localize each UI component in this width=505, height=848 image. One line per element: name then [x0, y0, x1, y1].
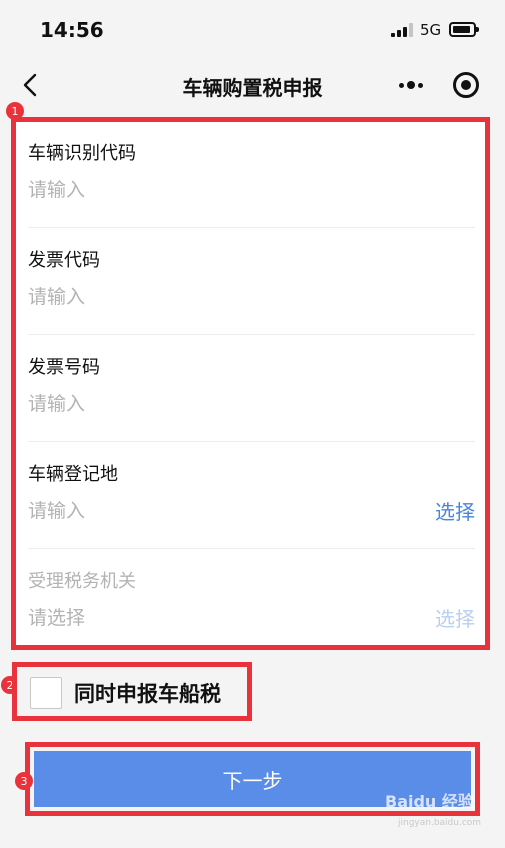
more-icon[interactable]	[393, 69, 437, 101]
vessel-tax-checkbox[interactable]	[30, 677, 62, 709]
watermark-logo: Baidu 经验	[385, 792, 474, 811]
registration-place-select-button[interactable]: 选择	[435, 496, 475, 525]
vessel-tax-option[interactable]: 同时申报车船税	[12, 662, 252, 721]
vessel-tax-label: 同时申报车船税	[74, 682, 221, 706]
status-bar: 14:56 5G	[0, 0, 505, 58]
tax-office-input: 请选择	[28, 607, 86, 629]
registration-place-label: 车辆登记地	[28, 464, 118, 485]
invoice-number-label: 发票号码	[28, 357, 100, 378]
vin-label: 车辆识别代码	[28, 143, 136, 164]
divider	[28, 227, 475, 228]
network-label: 5G	[420, 21, 442, 39]
divider	[28, 441, 475, 442]
annotation-marker-3: 3	[15, 772, 33, 790]
invoice-number-field[interactable]: 发票号码 请输入	[28, 336, 475, 442]
registration-place-input[interactable]: 请输入	[28, 496, 85, 523]
divider	[28, 548, 475, 549]
invoice-number-input[interactable]: 请输入	[28, 389, 85, 416]
signal-icon	[391, 23, 413, 37]
vin-field[interactable]: 车辆识别代码 请输入	[28, 122, 475, 228]
close-icon[interactable]	[453, 72, 479, 98]
mini-program-capsule	[393, 69, 488, 101]
registration-place-field[interactable]: 车辆登记地 请输入 选择	[28, 443, 475, 549]
invoice-code-label: 发票代码	[28, 250, 100, 271]
status-time: 14:56	[40, 18, 104, 42]
invoice-code-field[interactable]: 发票代码 请输入	[28, 229, 475, 335]
vehicle-form: 车辆识别代码 请输入 发票代码 请输入 发票号码 请输入 车辆登记地 请输入 选…	[11, 117, 490, 650]
tax-office-select-button: 选择	[435, 607, 475, 631]
nav-bar: 车辆购置税申报	[0, 58, 505, 112]
invoice-code-input[interactable]: 请输入	[28, 282, 85, 309]
vin-input[interactable]: 请输入	[28, 175, 85, 202]
tax-office-label: 受理税务机关	[28, 571, 136, 592]
battery-icon	[449, 22, 479, 37]
divider	[28, 334, 475, 335]
tax-office-field: 受理税务机关 请选择 选择	[28, 550, 475, 656]
watermark-url: jingyan.baidu.com	[398, 818, 482, 828]
